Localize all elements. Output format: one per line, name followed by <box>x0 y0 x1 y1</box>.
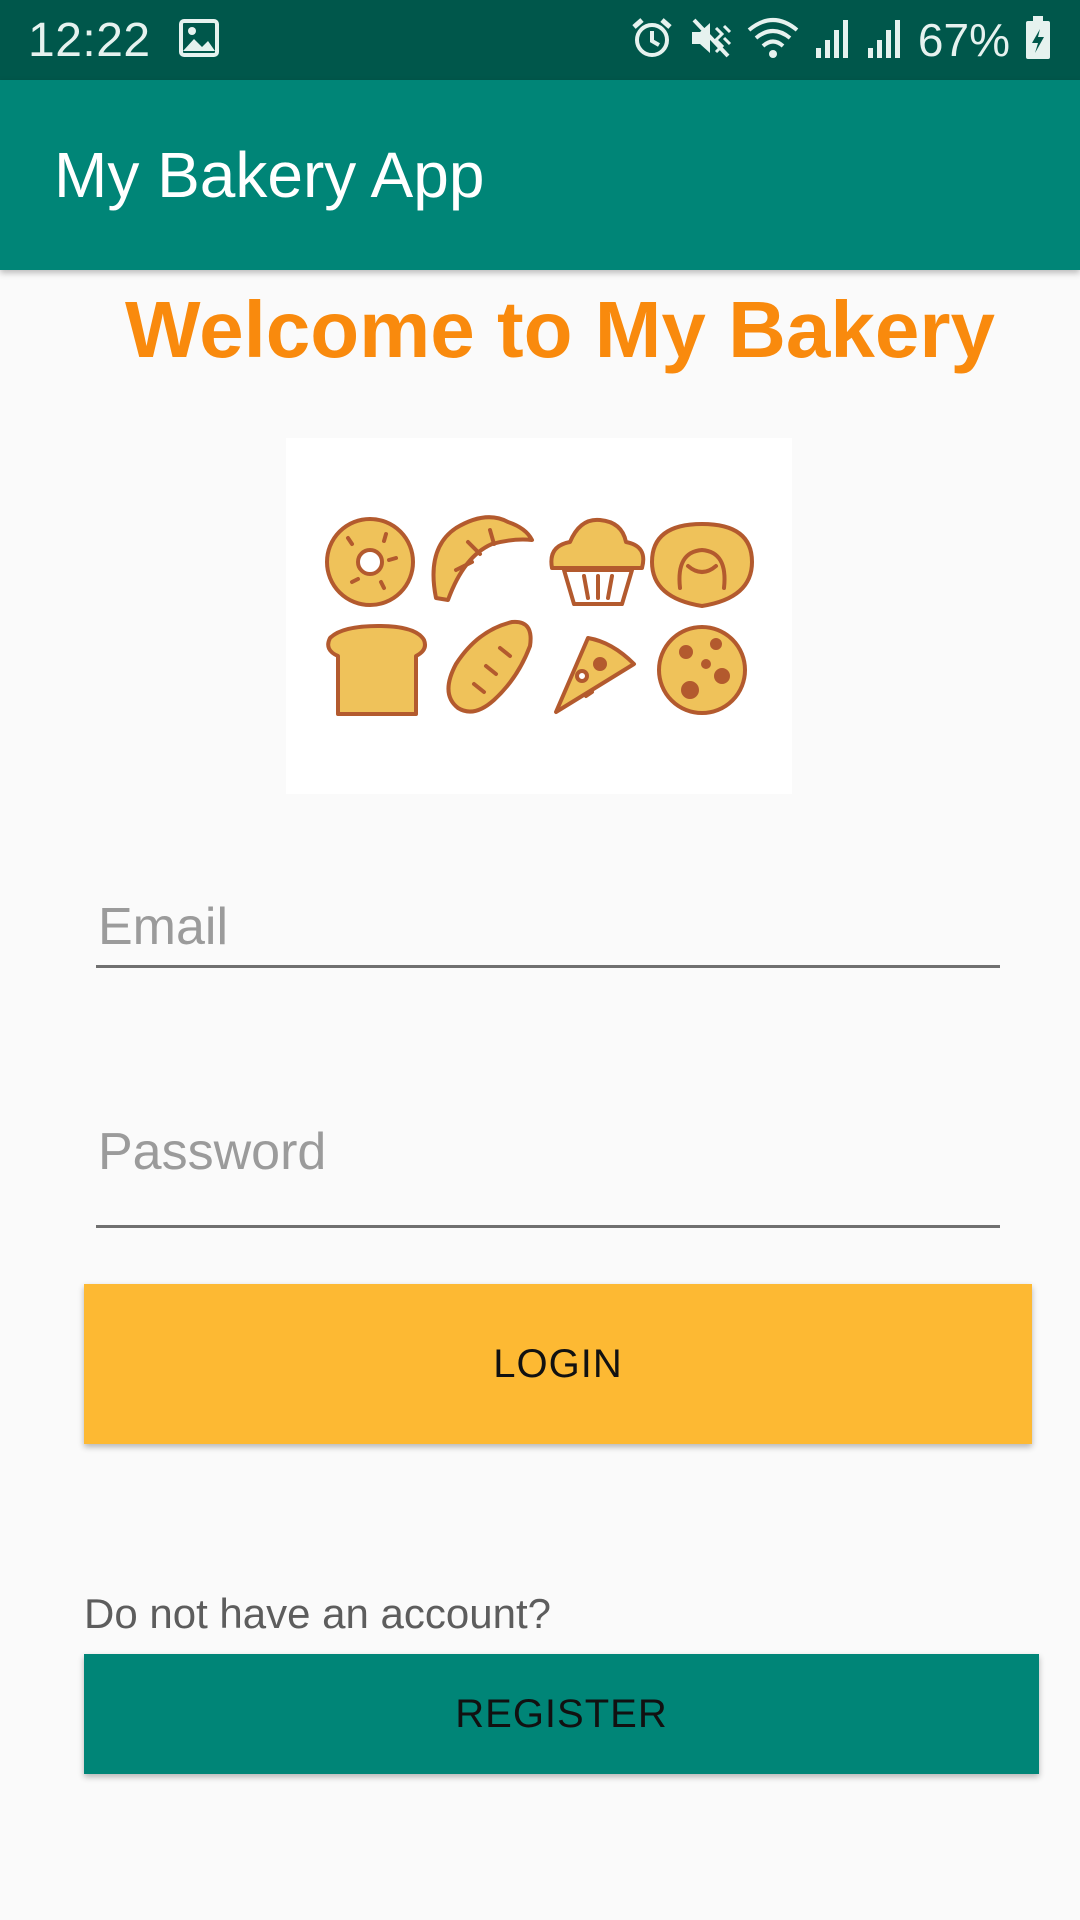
loaf-icon <box>446 619 533 714</box>
app-bar: My Bakery App <box>0 80 1080 270</box>
status-time: 12:22 <box>28 13 151 67</box>
status-right: 67% <box>630 13 1052 67</box>
mute-vibrate-icon <box>688 16 732 65</box>
app-title: My Bakery App <box>54 139 485 211</box>
status-left: 12:22 <box>28 13 219 68</box>
no-account-text: Do not have an account? <box>84 1590 552 1637</box>
bakery-logo <box>286 438 792 794</box>
status-bar: 12:22 67% <box>0 0 1080 80</box>
image-icon <box>178 18 219 62</box>
bread-icon <box>326 624 427 716</box>
muffin-icon <box>549 517 646 606</box>
croissant-icon <box>431 515 534 602</box>
signal-icon <box>814 16 852 65</box>
pizza-slice-icon <box>554 636 636 714</box>
alarm-icon <box>630 16 674 65</box>
password-field <box>96 1120 1000 1228</box>
battery-charging-icon <box>1024 15 1052 66</box>
email-input[interactable] <box>96 890 1000 964</box>
welcome-heading: Welcome to My Bakery <box>125 285 995 374</box>
wifi-icon <box>746 16 800 65</box>
signal-icon <box>866 16 904 65</box>
register-button[interactable]: REGISTER <box>84 1654 1039 1774</box>
donut-icon <box>325 517 415 607</box>
cookie-icon <box>657 625 747 715</box>
password-input[interactable] <box>96 1120 1000 1184</box>
pretzel-icon <box>650 522 754 608</box>
login-button[interactable]: LOGIN <box>84 1284 1032 1444</box>
battery-percent: 67% <box>917 14 1010 66</box>
email-field <box>96 890 1000 968</box>
